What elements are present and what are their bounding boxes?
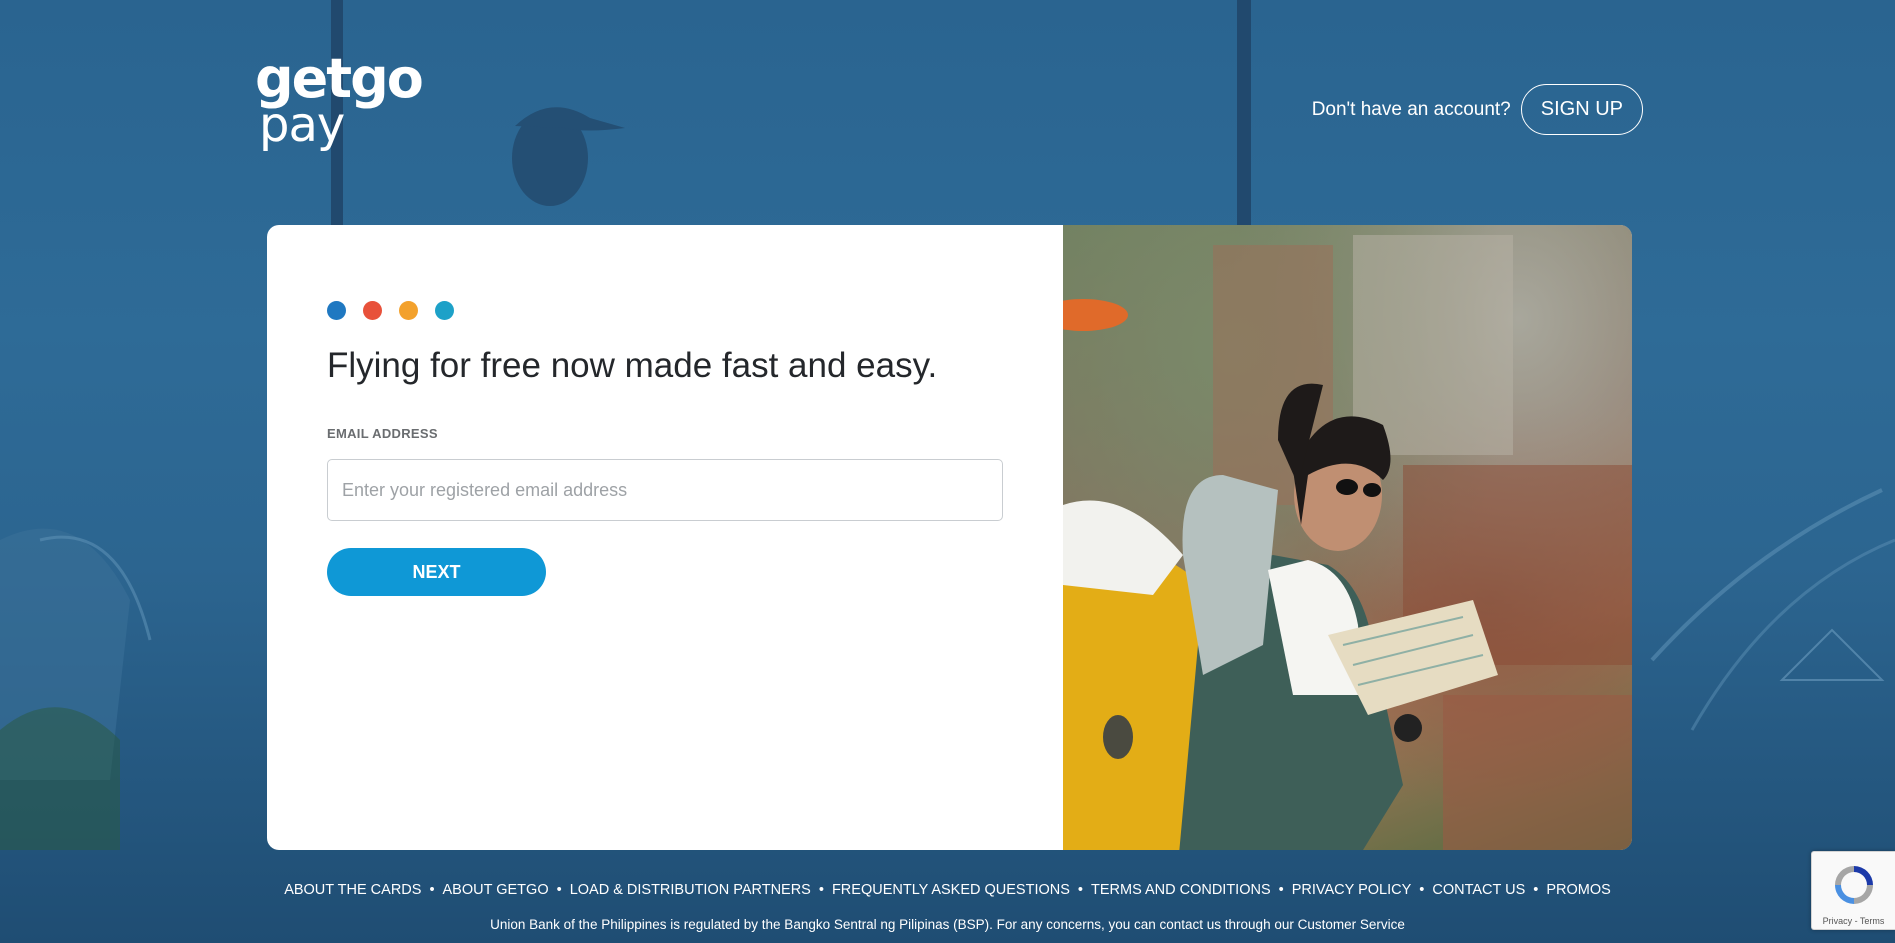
account-question: Don't have an account?	[1311, 98, 1511, 120]
recaptcha-badge[interactable]: Privacy - Terms	[1811, 851, 1895, 930]
page-title: Flying for free now made fast and easy.	[327, 346, 938, 385]
login-card: Flying for free now made fast and easy. …	[267, 225, 1632, 850]
email-label: EMAIL ADDRESS	[327, 426, 438, 441]
brand-dot-red	[363, 301, 382, 320]
brand-dot-teal	[435, 301, 454, 320]
traveler-photo-illustration	[1063, 235, 1632, 850]
footer-separator: •	[1278, 882, 1284, 898]
signup-button[interactable]: SIGN UP	[1520, 84, 1643, 135]
background-pole-right	[1237, 0, 1251, 225]
footer-link-about-getgo[interactable]: ABOUT GETGO	[443, 882, 549, 898]
footer-separator: •	[1419, 882, 1425, 898]
recaptcha-icon	[1835, 866, 1873, 904]
footer-separator: •	[818, 882, 824, 898]
brand-dot-blue	[327, 301, 346, 320]
recaptcha-terms-link[interactable]: Privacy - Terms	[1812, 916, 1895, 926]
footer-separator: •	[429, 882, 435, 898]
footer-link-promos[interactable]: PROMOS	[1546, 882, 1610, 898]
footer-link-contact[interactable]: CONTACT US	[1432, 882, 1525, 898]
footer-link-faq[interactable]: FREQUENTLY ASKED QUESTIONS	[832, 882, 1070, 898]
signup-area: Don't have an account? SIGN UP	[1312, 84, 1643, 135]
getgo-pay-logo[interactable]: getgo pay	[255, 47, 424, 150]
footer-nav: ABOUT THE CARDS • ABOUT GETGO • LOAD & DISTR…	[0, 882, 1895, 898]
footer-link-terms[interactable]: TERMS AND CONDITIONS	[1091, 882, 1271, 898]
background-silhouette	[512, 107, 625, 206]
footer-separator: •	[1533, 882, 1539, 898]
footer-separator: •	[556, 882, 562, 898]
regulatory-note: Union Bank of the Philippines is regulat…	[490, 917, 1405, 932]
login-form-panel: Flying for free now made fast and easy. …	[267, 225, 1063, 850]
logo-text-getgo: getgo	[255, 47, 424, 110]
email-input[interactable]	[327, 459, 1003, 521]
footer-separator: •	[1077, 882, 1083, 898]
footer-link-privacy[interactable]: PRIVACY POLICY	[1292, 882, 1412, 898]
footer-link-partners[interactable]: LOAD & DISTRIBUTION PARTNERS	[570, 882, 811, 898]
background-architecture-right	[1650, 488, 1895, 731]
footer-link-about-cards[interactable]: ABOUT THE CARDS	[284, 882, 421, 898]
next-button[interactable]: NEXT	[327, 548, 546, 596]
brand-dot-orange	[399, 301, 418, 320]
brand-dots	[327, 301, 454, 320]
background-architecture-left	[0, 528, 152, 850]
hero-photo	[1063, 225, 1632, 850]
